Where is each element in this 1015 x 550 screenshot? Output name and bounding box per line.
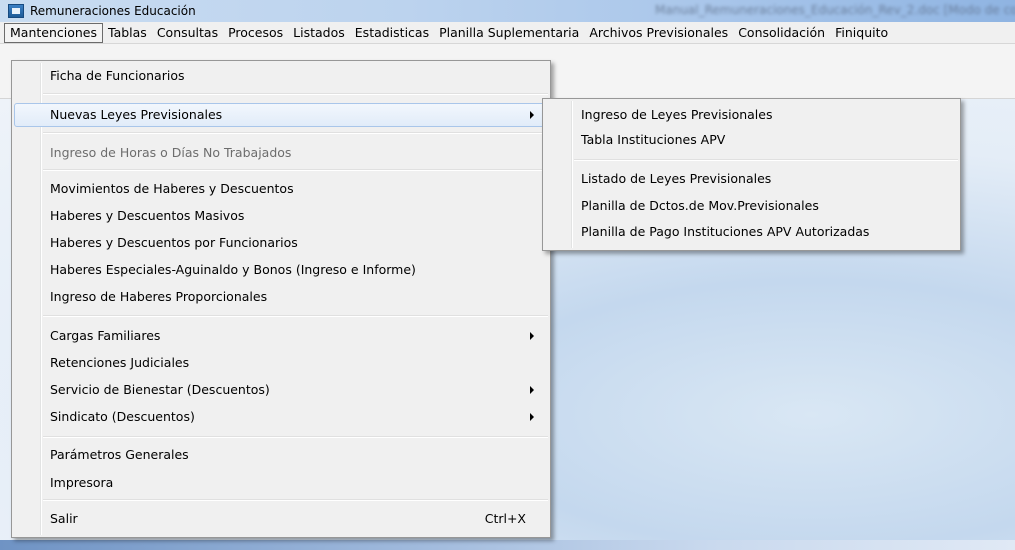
menu-item-haberes-descuentos-masivos[interactable]: Haberes y Descuentos Masivos <box>14 204 548 228</box>
menu-item-label: Listado de Leyes Previsionales <box>581 171 772 186</box>
menu-bar: Mantenciones Tablas Consultas Procesos L… <box>0 22 1015 44</box>
menu-consolidacion[interactable]: Consolidación <box>733 23 830 43</box>
menu-listados[interactable]: Listados <box>288 23 350 43</box>
submenu-arrow-icon <box>530 111 534 119</box>
menu-item-label: Ingreso de Horas o Días No Trabajados <box>50 145 292 160</box>
submenu-arrow-icon <box>530 386 534 394</box>
menu-separator <box>43 93 548 95</box>
menu-item-nuevas-leyes-previsionales[interactable]: Nuevas Leyes Previsionales <box>14 103 548 127</box>
submenu-item-listado-leyes[interactable]: Listado de Leyes Previsionales <box>545 167 958 191</box>
menu-item-label: Tabla Instituciones APV <box>581 132 726 147</box>
menu-finiquito[interactable]: Finiquito <box>830 23 893 43</box>
submenu-arrow-icon <box>530 332 534 340</box>
menu-item-label: Ingreso de Haberes Proporcionales <box>50 289 268 304</box>
window-title-bar[interactable]: Remuneraciones Educación Manual_Remunera… <box>0 0 1015 22</box>
submenu-arrow-icon <box>530 413 534 421</box>
menu-separator <box>43 315 548 317</box>
menu-item-label: Impresora <box>50 475 114 490</box>
menu-item-haberes-descuentos-funcionarios[interactable]: Haberes y Descuentos por Funcionarios <box>14 231 548 255</box>
menu-item-cargas-familiares[interactable]: Cargas Familiares <box>14 324 548 348</box>
menu-item-label: Haberes y Descuentos Masivos <box>50 208 245 223</box>
menu-item-label: Nuevas Leyes Previsionales <box>50 107 223 122</box>
menu-item-servicio-bienestar[interactable]: Servicio de Bienestar (Descuentos) <box>14 378 548 402</box>
menu-item-movimientos-haberes-descuentos[interactable]: Movimientos de Haberes y Descuentos <box>14 177 548 201</box>
menu-item-label: Movimientos de Haberes y Descuentos <box>50 181 294 196</box>
menu-item-haberes-proporcionales[interactable]: Ingreso de Haberes Proporcionales <box>14 285 548 309</box>
menu-item-label: Servicio de Bienestar (Descuentos) <box>50 382 270 397</box>
menu-item-parametros-generales[interactable]: Parámetros Generales <box>14 443 548 467</box>
menu-item-label: Planilla de Dctos.de Mov.Previsionales <box>581 198 819 213</box>
menu-item-retenciones-judiciales[interactable]: Retenciones Judiciales <box>14 351 548 375</box>
submenu-item-planilla-dctos[interactable]: Planilla de Dctos.de Mov.Previsionales <box>545 194 958 218</box>
menu-planilla-suplementaria[interactable]: Planilla Suplementaria <box>434 23 584 43</box>
menu-item-label: Retenciones Judiciales <box>50 355 190 370</box>
menu-separator <box>43 132 548 134</box>
menu-item-label: Salir <box>50 511 78 526</box>
menu-separator <box>43 436 548 438</box>
menu-consultas[interactable]: Consultas <box>152 23 223 43</box>
menu-item-label: Parámetros Generales <box>50 447 189 462</box>
menu-item-label: Haberes Especiales-Aguinaldo y Bonos (In… <box>50 262 416 277</box>
menu-item-label: Planilla de Pago Instituciones APV Autor… <box>581 224 870 239</box>
menu-separator <box>574 159 958 161</box>
submenu-item-planilla-pago-apv[interactable]: Planilla de Pago Instituciones APV Autor… <box>545 220 958 244</box>
menu-item-salir[interactable]: Salir Ctrl+X <box>14 507 548 531</box>
leyes-previsionales-submenu: Ingreso de Leyes Previsionales Tabla Ins… <box>542 98 961 251</box>
submenu-item-tabla-instituciones-apv[interactable]: Tabla Instituciones APV <box>545 128 958 152</box>
menu-archivos-previsionales[interactable]: Archivos Previsionales <box>584 23 733 43</box>
shortcut-label: Ctrl+X <box>484 511 526 526</box>
menu-separator <box>43 169 548 171</box>
menu-tablas[interactable]: Tablas <box>103 23 152 43</box>
menu-item-haberes-especiales[interactable]: Haberes Especiales-Aguinaldo y Bonos (In… <box>14 258 548 282</box>
menu-item-ficha-funcionarios[interactable]: Ficha de Funcionarios <box>14 64 548 88</box>
menu-item-label: Haberes y Descuentos por Funcionarios <box>50 235 298 250</box>
menu-item-sindicato[interactable]: Sindicato (Descuentos) <box>14 405 548 429</box>
menu-item-label: Cargas Familiares <box>50 328 161 343</box>
menu-item-label: Ficha de Funcionarios <box>50 68 185 83</box>
menu-separator <box>43 499 548 501</box>
mantenciones-dropdown: Ficha de Funcionarios Nuevas Leyes Previ… <box>11 60 551 538</box>
menu-item-ingreso-horas-no-trabajados: Ingreso de Horas o Días No Trabajados <box>14 141 548 165</box>
blurred-window-title: Manual_Remuneraciones_Educación_Rev_2.do… <box>655 3 1015 17</box>
submenu-item-ingreso-leyes[interactable]: Ingreso de Leyes Previsionales <box>545 103 958 127</box>
app-icon[interactable] <box>8 4 24 18</box>
menu-item-label: Sindicato (Descuentos) <box>50 409 195 424</box>
menu-item-impresora[interactable]: Impresora <box>14 471 548 495</box>
menu-item-label: Ingreso de Leyes Previsionales <box>581 107 773 122</box>
bottom-strip <box>0 540 1015 550</box>
window-title: Remuneraciones Educación <box>30 4 196 18</box>
menu-mantenciones[interactable]: Mantenciones <box>4 22 103 43</box>
menu-estadisticas[interactable]: Estadisticas <box>350 23 434 43</box>
menu-procesos[interactable]: Procesos <box>223 23 288 43</box>
